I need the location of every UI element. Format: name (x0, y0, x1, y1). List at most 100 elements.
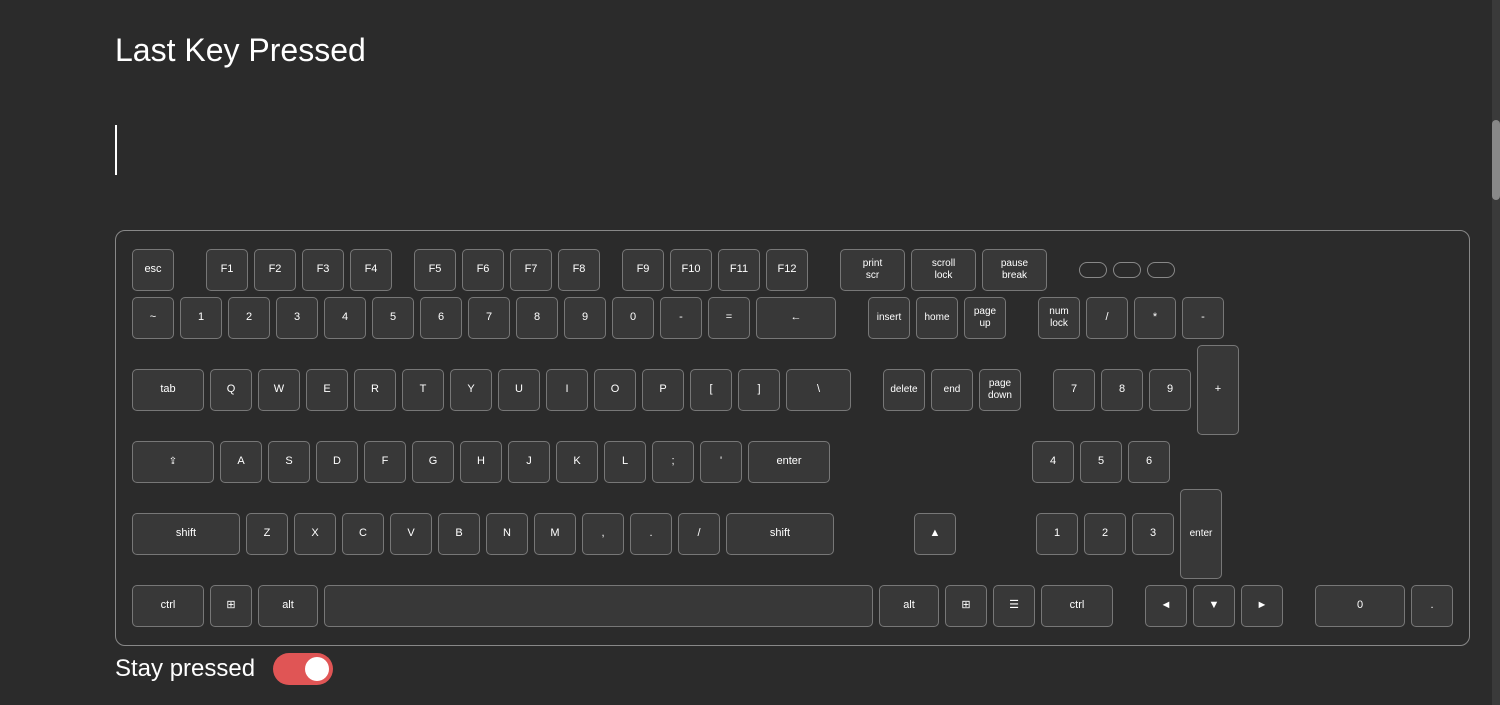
key-f7[interactable]: F7 (510, 249, 552, 291)
key-num-4[interactable]: 4 (1032, 441, 1074, 483)
key-b[interactable]: B (438, 513, 480, 555)
key-page-down[interactable]: pagedown (979, 369, 1021, 411)
key-q[interactable]: Q (210, 369, 252, 411)
key-f11[interactable]: F11 (718, 249, 760, 291)
key-num-minus[interactable]: - (1182, 297, 1224, 339)
key-num-lock[interactable]: numlock (1038, 297, 1080, 339)
key-page-up[interactable]: pageup (964, 297, 1006, 339)
key-t[interactable]: T (402, 369, 444, 411)
key-arrow-right[interactable]: ► (1241, 585, 1283, 627)
key-n[interactable]: N (486, 513, 528, 555)
key-print-scr[interactable]: printscr (840, 249, 905, 291)
key-shift-right[interactable]: shift (726, 513, 834, 555)
key-3[interactable]: 3 (276, 297, 318, 339)
key-1[interactable]: 1 (180, 297, 222, 339)
key-a[interactable]: A (220, 441, 262, 483)
key-o[interactable]: O (594, 369, 636, 411)
key-h[interactable]: H (460, 441, 502, 483)
key-v[interactable]: V (390, 513, 432, 555)
key-f9[interactable]: F9 (622, 249, 664, 291)
key-comma[interactable]: , (582, 513, 624, 555)
key-y[interactable]: Y (450, 369, 492, 411)
key-alt-left[interactable]: alt (258, 585, 318, 627)
key-arrow-up[interactable]: ▲ (914, 513, 956, 555)
key-f12[interactable]: F12 (766, 249, 808, 291)
key-d[interactable]: D (316, 441, 358, 483)
scrollbar[interactable] (1492, 0, 1500, 705)
key-backtick[interactable]: ~ (132, 297, 174, 339)
key-f8[interactable]: F8 (558, 249, 600, 291)
key-num-dot[interactable]: . (1411, 585, 1453, 627)
key-home[interactable]: home (916, 297, 958, 339)
key-num-6[interactable]: 6 (1128, 441, 1170, 483)
key-quote[interactable]: ' (700, 441, 742, 483)
key-alt-right[interactable]: alt (879, 585, 939, 627)
key-space[interactable] (324, 585, 873, 627)
key-c[interactable]: C (342, 513, 384, 555)
key-backslash[interactable]: \ (786, 369, 851, 411)
key-num-1[interactable]: 1 (1036, 513, 1078, 555)
key-period[interactable]: . (630, 513, 672, 555)
key-6[interactable]: 6 (420, 297, 462, 339)
key-f1[interactable]: F1 (206, 249, 248, 291)
key-rbracket[interactable]: ] (738, 369, 780, 411)
key-g[interactable]: G (412, 441, 454, 483)
key-num-2[interactable]: 2 (1084, 513, 1126, 555)
key-0[interactable]: 0 (612, 297, 654, 339)
key-f2[interactable]: F2 (254, 249, 296, 291)
key-backspace[interactable]: ← (756, 297, 836, 339)
key-5[interactable]: 5 (372, 297, 414, 339)
key-f[interactable]: F (364, 441, 406, 483)
key-num-enter[interactable]: enter (1180, 489, 1222, 579)
key-caps-lock[interactable]: ⇪ (132, 441, 214, 483)
key-k[interactable]: K (556, 441, 598, 483)
key-semicolon[interactable]: ; (652, 441, 694, 483)
key-num-0[interactable]: 0 (1315, 585, 1405, 627)
key-minus[interactable]: - (660, 297, 702, 339)
key-scroll-lock[interactable]: scrolllock (911, 249, 976, 291)
key-equals[interactable]: = (708, 297, 750, 339)
key-end[interactable]: end (931, 369, 973, 411)
key-z[interactable]: Z (246, 513, 288, 555)
key-ctrl-right[interactable]: ctrl (1041, 585, 1113, 627)
key-num-5[interactable]: 5 (1080, 441, 1122, 483)
key-4[interactable]: 4 (324, 297, 366, 339)
key-pause-break[interactable]: pausebreak (982, 249, 1047, 291)
key-num-7[interactable]: 7 (1053, 369, 1095, 411)
key-s[interactable]: S (268, 441, 310, 483)
key-i[interactable]: I (546, 369, 588, 411)
key-m[interactable]: M (534, 513, 576, 555)
key-num-9[interactable]: 9 (1149, 369, 1191, 411)
key-8[interactable]: 8 (516, 297, 558, 339)
key-win-left[interactable]: ⊞ (210, 585, 252, 627)
key-esc[interactable]: esc (132, 249, 174, 291)
key-insert[interactable]: insert (868, 297, 910, 339)
key-num-3[interactable]: 3 (1132, 513, 1174, 555)
key-l[interactable]: L (604, 441, 646, 483)
key-delete[interactable]: delete (883, 369, 925, 411)
key-e[interactable]: E (306, 369, 348, 411)
key-tab[interactable]: tab (132, 369, 204, 411)
key-num-plus[interactable]: + (1197, 345, 1239, 435)
key-j[interactable]: J (508, 441, 550, 483)
key-9[interactable]: 9 (564, 297, 606, 339)
key-p[interactable]: P (642, 369, 684, 411)
key-num-slash[interactable]: / (1086, 297, 1128, 339)
key-u[interactable]: U (498, 369, 540, 411)
scrollbar-thumb[interactable] (1492, 120, 1500, 200)
key-2[interactable]: 2 (228, 297, 270, 339)
key-f10[interactable]: F10 (670, 249, 712, 291)
key-f6[interactable]: F6 (462, 249, 504, 291)
key-f3[interactable]: F3 (302, 249, 344, 291)
key-x[interactable]: X (294, 513, 336, 555)
key-f5[interactable]: F5 (414, 249, 456, 291)
key-ctrl-left[interactable]: ctrl (132, 585, 204, 627)
key-num-star[interactable]: * (1134, 297, 1176, 339)
key-num-8[interactable]: 8 (1101, 369, 1143, 411)
stay-pressed-toggle[interactable] (273, 653, 333, 685)
key-lbracket[interactable]: [ (690, 369, 732, 411)
key-menu[interactable]: ☰ (993, 585, 1035, 627)
key-7[interactable]: 7 (468, 297, 510, 339)
key-f4[interactable]: F4 (350, 249, 392, 291)
key-shift-left[interactable]: shift (132, 513, 240, 555)
